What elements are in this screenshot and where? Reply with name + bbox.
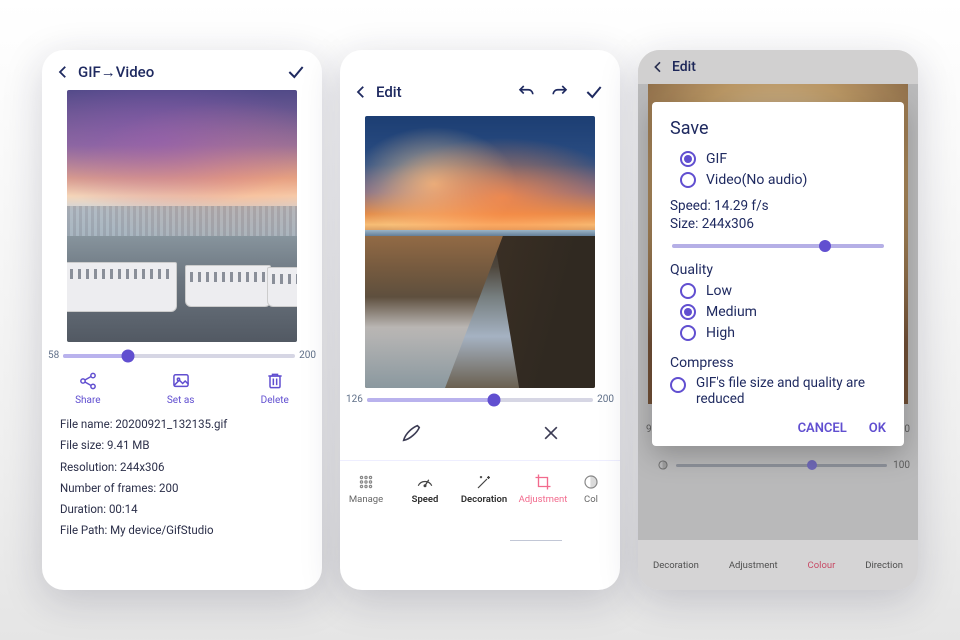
slider-min: 58: [48, 350, 59, 361]
tab-manage[interactable]: Manage: [340, 473, 394, 505]
back-icon[interactable]: [54, 63, 72, 81]
radio-format-video[interactable]: Video(No audio): [680, 172, 886, 188]
wand-icon: [475, 473, 493, 491]
radio-icon: [680, 151, 696, 167]
panel-save-dialog: Edit 93 200 0 100 Decoration Adjustment …: [638, 50, 918, 590]
radio-compress[interactable]: GIF's file size and quality are reduced: [670, 375, 886, 407]
preview-image: [365, 116, 595, 388]
radio-icon: [680, 283, 696, 299]
panel-edit: Edit 126 200: [340, 50, 620, 590]
confirm-icon[interactable]: [584, 82, 604, 102]
page-title: GIF→Video: [78, 63, 154, 81]
action-row: Share Set as Delete: [42, 371, 322, 406]
slider-max: 200: [299, 350, 316, 361]
ok-button[interactable]: OK: [869, 421, 886, 436]
radio-icon: [680, 304, 696, 320]
slider-min: 126: [346, 394, 363, 405]
radio-icon: [680, 325, 696, 341]
back-icon[interactable]: [352, 83, 370, 101]
contrast-icon: [582, 473, 600, 491]
crop-icon: [534, 473, 552, 491]
redo-icon[interactable]: [550, 83, 570, 101]
speed-readout: Speed: 14.29 f/s: [670, 198, 886, 214]
compress-heading: Compress: [670, 355, 886, 371]
topbar: GIF→Video: [42, 50, 322, 90]
cancel-icon[interactable]: [541, 423, 561, 443]
undo-icon[interactable]: [516, 83, 536, 101]
file-metadata: File name: 20200921_132135.gif File size…: [42, 412, 322, 544]
radio-icon: [680, 172, 696, 188]
edit-handles: [340, 405, 620, 461]
share-button[interactable]: Share: [75, 371, 100, 406]
confirm-icon[interactable]: [286, 62, 306, 82]
slider-max: 200: [597, 394, 614, 405]
radio-format-gif[interactable]: GIF: [680, 151, 886, 167]
tab-colour[interactable]: Col: [574, 473, 608, 505]
preview-image: [67, 90, 297, 342]
tab-adjustment[interactable]: Adjustment: [515, 473, 571, 505]
save-dialog: Save GIF Video(No audio) Speed: 14.29 f/…: [652, 102, 904, 446]
bottom-tabs: Manage Speed Decoration Adjustment Col: [340, 461, 620, 511]
topbar: Edit: [340, 50, 620, 110]
draw-icon[interactable]: [400, 422, 422, 444]
size-readout: Size: 244x306: [670, 216, 886, 232]
frame-slider[interactable]: 126 200: [340, 394, 620, 405]
quality-heading: Quality: [670, 262, 886, 278]
tab-decoration[interactable]: Decoration: [456, 473, 512, 505]
size-slider[interactable]: [672, 244, 884, 248]
grid-icon: [357, 473, 375, 491]
radio-icon: [670, 377, 686, 393]
page-title: Edit: [376, 83, 402, 101]
radio-quality-low[interactable]: Low: [680, 283, 886, 299]
radio-quality-high[interactable]: High: [680, 325, 886, 341]
radio-quality-medium[interactable]: Medium: [680, 304, 886, 320]
cancel-button[interactable]: CANCEL: [798, 421, 847, 436]
tab-speed[interactable]: Speed: [397, 473, 453, 505]
setas-button[interactable]: Set as: [167, 371, 195, 406]
gauge-icon: [415, 473, 435, 491]
panel-gif-to-video: GIF→Video 58 200 Share Set as: [42, 50, 322, 590]
delete-button[interactable]: Delete: [261, 371, 289, 406]
dialog-title: Save: [670, 118, 886, 139]
frame-slider[interactable]: 58 200: [42, 350, 322, 361]
